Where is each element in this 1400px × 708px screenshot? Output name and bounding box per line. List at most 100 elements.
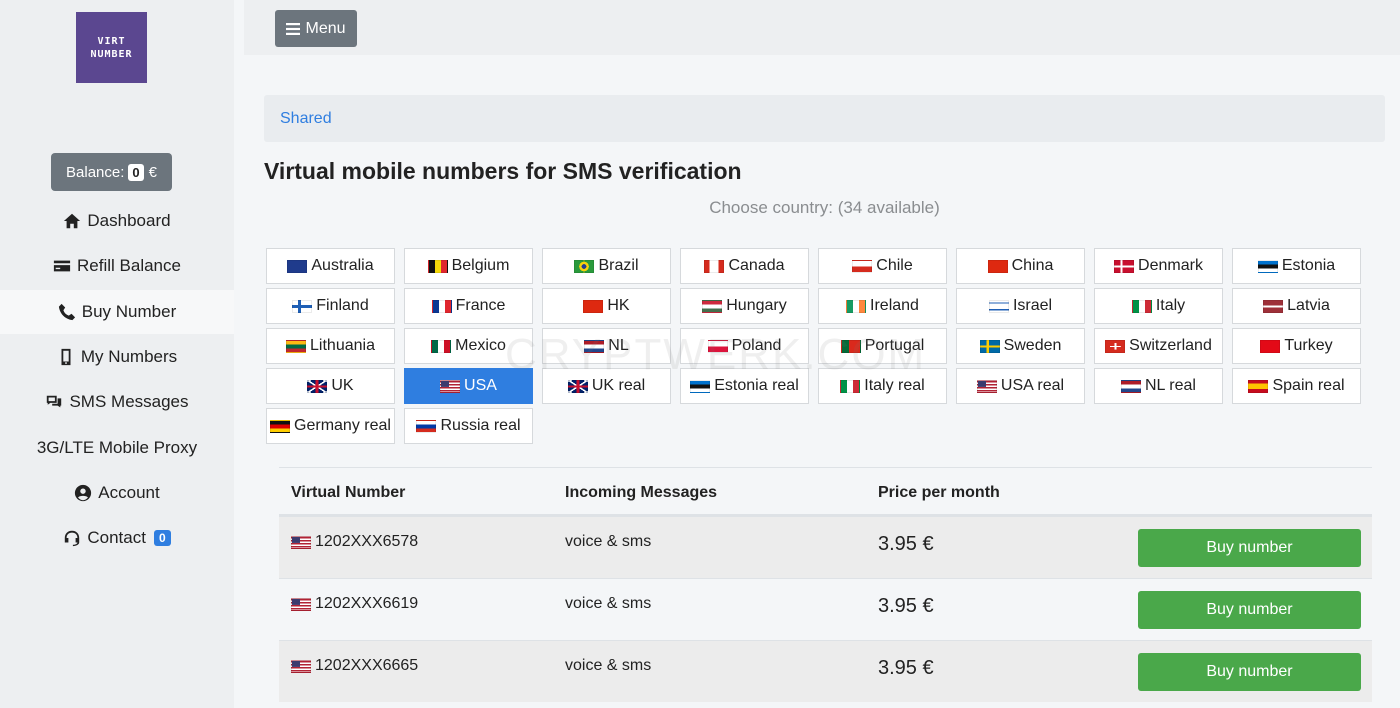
country-label: Australia: [311, 257, 374, 274]
nav-dashboard[interactable]: Dashboard: [0, 199, 234, 243]
country-button-mexico[interactable]: Mexico: [404, 328, 533, 364]
nav-sms-messages[interactable]: SMS Messages: [0, 380, 234, 424]
country-button-finland[interactable]: Finland: [266, 288, 395, 324]
table-row: 1202XXX6578 voice & sms 3.95 € Buy number: [279, 516, 1372, 578]
country-label: Lithuania: [310, 337, 375, 354]
nav-refill-balance[interactable]: Refill Balance: [0, 244, 234, 288]
country-button-italy-real[interactable]: Italy real: [818, 368, 947, 404]
country-button-estonia-real[interactable]: Estonia real: [680, 368, 809, 404]
country-button-china[interactable]: China: [956, 248, 1085, 284]
nav-contact[interactable]: Contact 0: [0, 516, 234, 560]
country-button-ireland[interactable]: Ireland: [818, 288, 947, 324]
country-button-hk[interactable]: HK: [542, 288, 671, 324]
nav-buy-number[interactable]: Buy Number: [0, 290, 234, 334]
country-button-sweden[interactable]: Sweden: [956, 328, 1085, 364]
nav-mobile-proxy[interactable]: 3G/LTE Mobile Proxy: [0, 426, 234, 470]
country-label: Italy real: [864, 377, 925, 394]
nav-account[interactable]: Account: [0, 471, 234, 515]
table-header: Virtual Number Incoming Messages Price p…: [279, 467, 1372, 516]
country-button-switzerland[interactable]: Switzerland: [1094, 328, 1223, 364]
phone-icon: [58, 303, 75, 321]
flag-uk-icon: [307, 379, 328, 393]
flag-spain-icon: [1248, 379, 1269, 393]
flag-chile-icon: [852, 259, 873, 273]
country-label: Sweden: [1003, 337, 1062, 354]
credit-card-icon: [53, 260, 71, 272]
nav-account-label: Account: [98, 483, 160, 502]
flag-canada-icon: [704, 259, 725, 273]
country-button-turkey[interactable]: Turkey: [1232, 328, 1361, 364]
balance-label: Balance:: [66, 163, 125, 181]
flag-israel-icon: [988, 299, 1009, 313]
logo[interactable]: VIRT NUMBER: [76, 12, 147, 83]
flag-hungary-icon: [702, 299, 723, 313]
country-label: Estonia real: [714, 377, 799, 394]
country-button-usa[interactable]: USA: [404, 368, 533, 404]
hamburger-icon: [286, 22, 301, 35]
country-button-estonia[interactable]: Estonia: [1232, 248, 1361, 284]
menu-button[interactable]: Menu: [275, 10, 357, 47]
country-button-germany-real[interactable]: Germany real: [266, 408, 395, 444]
country-button-chile[interactable]: Chile: [818, 248, 947, 284]
flag-ireland-icon: [846, 299, 867, 313]
flag-denmark-icon: [1114, 259, 1135, 273]
country-button-nl[interactable]: NL: [542, 328, 671, 364]
buy-number-button[interactable]: Buy number: [1138, 591, 1361, 629]
country-button-australia[interactable]: Australia: [266, 248, 395, 284]
flag-russia-icon: [416, 419, 437, 433]
country-label: Hungary: [726, 297, 787, 314]
price: 3.95 €: [878, 657, 934, 679]
country-button-usa-real[interactable]: USA real: [956, 368, 1085, 404]
flag-latvia-icon: [1263, 299, 1284, 313]
flag-mexico-icon: [431, 339, 452, 353]
menu-label: Menu: [305, 19, 346, 37]
nav-my-numbers[interactable]: My Numbers: [0, 335, 234, 379]
country-label: USA real: [1000, 377, 1065, 394]
country-button-lithuania[interactable]: Lithuania: [266, 328, 395, 364]
country-button-spain-real[interactable]: Spain real: [1232, 368, 1361, 404]
country-label: Belgium: [451, 257, 510, 274]
table-row: 1202XXX6619 voice & sms 3.95 € Buy number: [279, 578, 1372, 640]
flag-usa-icon: [291, 659, 311, 673]
buy-number-button[interactable]: Buy number: [1138, 653, 1361, 691]
country-label: Estonia: [1281, 257, 1336, 274]
country-button-brazil[interactable]: Brazil: [542, 248, 671, 284]
country-button-nl-real[interactable]: NL real: [1094, 368, 1223, 404]
country-button-italy[interactable]: Italy: [1094, 288, 1223, 324]
country-button-poland[interactable]: Poland: [680, 328, 809, 364]
country-button-uk[interactable]: UK: [266, 368, 395, 404]
country-button-france[interactable]: France: [404, 288, 533, 324]
country-button-russia-real[interactable]: Russia real: [404, 408, 533, 444]
flag-finland-icon: [292, 299, 313, 313]
nav-buy-number-label: Buy Number: [81, 302, 177, 321]
country-label: Russia real: [440, 417, 521, 434]
incoming-messages: voice & sms: [565, 533, 652, 550]
flag-italy-icon: [1131, 299, 1152, 313]
chat-icon: [47, 395, 62, 408]
country-grid: Australia Belgium Brazil Canada Chile China De…: [266, 248, 1362, 444]
flag-usa-icon: [291, 535, 311, 549]
balance-currency: €: [148, 163, 157, 181]
country-button-israel[interactable]: Israel: [956, 288, 1085, 324]
country-button-uk-real[interactable]: UK real: [542, 368, 671, 404]
nav-sms-messages-label: SMS Messages: [69, 392, 189, 411]
buy-number-button[interactable]: Buy number: [1138, 529, 1361, 567]
country-label: Poland: [731, 337, 782, 354]
flag-usa-icon: [440, 379, 461, 393]
virtual-number-cell: 1202XXX6619: [291, 595, 418, 613]
country-button-canada[interactable]: Canada: [680, 248, 809, 284]
numbers-table: Virtual Number Incoming Messages Price p…: [279, 467, 1372, 702]
country-label: USA: [464, 377, 497, 394]
country-button-denmark[interactable]: Denmark: [1094, 248, 1223, 284]
country-button-portugal[interactable]: Portugal: [818, 328, 947, 364]
balance-button[interactable]: Balance: 0 €: [51, 153, 172, 191]
header-virtual-number: Virtual Number: [291, 484, 406, 501]
breadcrumb-shared[interactable]: Shared: [280, 110, 332, 128]
country-button-hungary[interactable]: Hungary: [680, 288, 809, 324]
choose-country-label: Choose country: (34 available): [709, 198, 940, 217]
country-button-belgium[interactable]: Belgium: [404, 248, 533, 284]
mobile-icon: [61, 348, 71, 366]
country-label: Portugal: [864, 337, 925, 354]
country-button-latvia[interactable]: Latvia: [1232, 288, 1361, 324]
flag-switzerland-icon: [1105, 339, 1126, 353]
